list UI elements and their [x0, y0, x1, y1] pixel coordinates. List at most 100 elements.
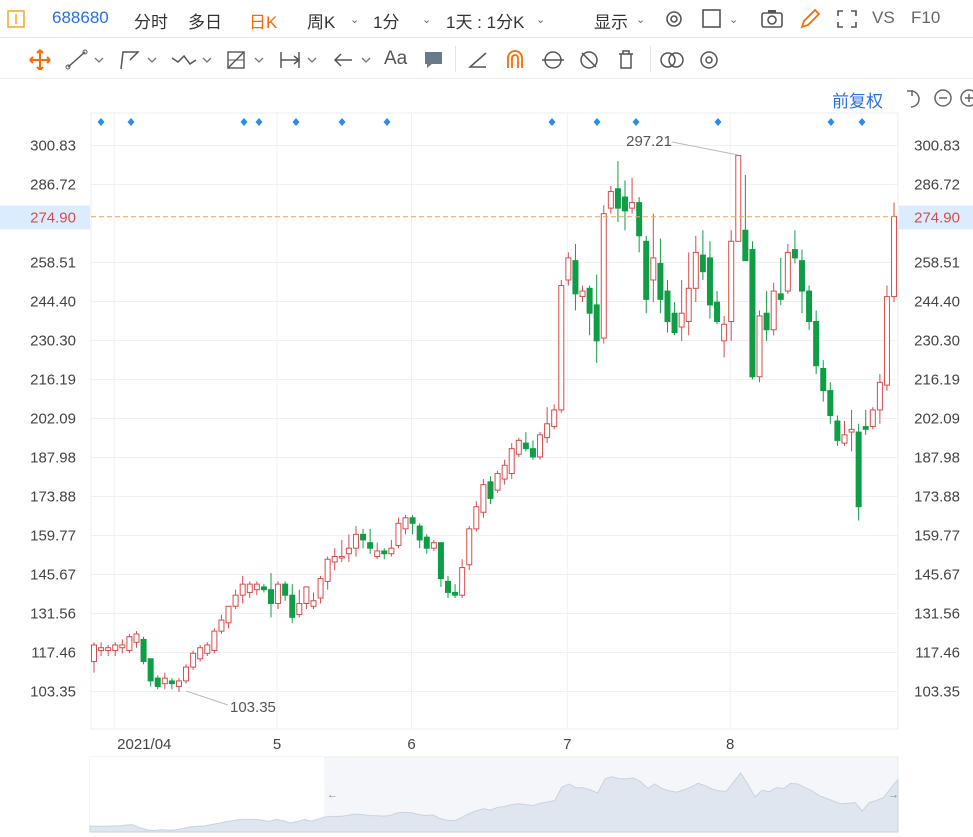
candle-down — [862, 426, 869, 430]
min-price-label: 103.35 — [230, 699, 276, 716]
y-tick-label-left: 274.90 — [30, 210, 76, 227]
candle-down — [452, 591, 459, 596]
candle-up — [296, 602, 303, 616]
x-tick-label: 7 — [563, 736, 571, 753]
x-tick-label: 2021/04 — [117, 736, 171, 753]
candle-up — [537, 434, 544, 458]
candle-down — [593, 304, 600, 342]
candle-up — [473, 506, 480, 530]
candle-down — [487, 481, 494, 499]
candle-up — [466, 528, 473, 566]
y-tick-label-left: 187.98 — [30, 450, 76, 467]
candle-up — [650, 257, 657, 281]
y-tick-label-left: 131.56 — [30, 606, 76, 623]
y-tick-label-left: 300.83 — [30, 138, 76, 155]
candle-up — [197, 647, 204, 660]
x-tick-label: 8 — [726, 736, 734, 753]
event-marker — [714, 118, 722, 126]
y-tick-label-left: 173.88 — [30, 489, 76, 506]
y-tick-label-left: 103.35 — [30, 684, 76, 701]
y-tick-label-left: 216.19 — [30, 372, 76, 389]
y-tick-label-right: 187.98 — [914, 450, 960, 467]
event-marker — [632, 118, 640, 126]
candle-down — [791, 249, 798, 259]
candle-down — [367, 542, 374, 549]
candle-down — [763, 312, 770, 331]
candle-down — [714, 301, 721, 322]
candle-down — [614, 188, 621, 209]
y-tick-label-left: 117.46 — [31, 645, 76, 662]
event-marker — [240, 118, 248, 126]
y-tick-label-left: 286.72 — [30, 177, 76, 194]
candle-down — [572, 260, 579, 295]
candle-down — [657, 262, 664, 300]
y-tick-label-right: 274.90 — [914, 210, 960, 227]
candle-up — [317, 578, 324, 599]
candle-up — [770, 290, 777, 331]
candle-up — [310, 600, 317, 607]
candle-up — [253, 583, 260, 591]
candle-up — [848, 428, 855, 433]
candle-up — [544, 423, 551, 439]
candle-down — [855, 431, 862, 508]
candle-up — [876, 381, 883, 411]
candle-up — [374, 550, 381, 557]
y-tick-label-left: 258.51 — [30, 255, 76, 272]
y-tick-label-left: 202.09 — [30, 411, 76, 428]
candle-up — [841, 434, 848, 444]
candle-up — [430, 542, 437, 549]
candle-up — [728, 240, 735, 322]
candle-up — [211, 630, 218, 651]
candle-up — [558, 285, 565, 411]
event-marker — [548, 118, 556, 126]
event-marker — [97, 118, 105, 126]
candle-up — [515, 439, 522, 455]
candle-up — [161, 677, 168, 685]
candle-up — [395, 522, 402, 546]
candle-up — [685, 287, 692, 322]
navigator-unselected — [90, 757, 324, 832]
candle-down — [154, 677, 161, 687]
candle-down — [749, 249, 756, 378]
candle-up — [480, 484, 487, 513]
x-tick-label: 6 — [407, 736, 415, 753]
candle-up — [678, 312, 685, 328]
event-marker — [338, 118, 346, 126]
candle-down — [806, 290, 813, 322]
candle-up — [133, 633, 140, 643]
candle-down — [140, 638, 147, 663]
candle-up — [869, 409, 876, 428]
y-tick-label-right: 300.83 — [914, 138, 960, 155]
y-tick-label-right: 173.88 — [914, 489, 960, 506]
candle-down — [381, 550, 388, 555]
candle-up — [175, 680, 182, 687]
max-price-leader — [671, 141, 739, 156]
event-marker — [593, 118, 601, 126]
candle-up — [303, 586, 310, 604]
candle-up — [352, 533, 359, 549]
candle-down — [777, 293, 784, 300]
max-price-label: 297.21 — [626, 133, 672, 150]
candle-up — [91, 644, 97, 663]
candle-up — [218, 619, 225, 632]
candle-down — [522, 442, 529, 450]
candle-down — [445, 580, 451, 593]
candle-down — [827, 390, 834, 416]
event-marker — [292, 118, 300, 126]
candle-down — [664, 290, 671, 322]
candle-up — [579, 290, 586, 298]
candle-up — [345, 547, 352, 555]
candle-up — [494, 473, 501, 491]
candle-down — [820, 367, 827, 392]
kline-chart[interactable]: 297.21 103.35 300.83 300.83 286.72 286.72 274… — [0, 0, 973, 837]
candle-up — [735, 155, 742, 242]
y-tick-label-left: 159.77 — [30, 528, 76, 545]
min-price-leader — [185, 690, 229, 706]
candle-up — [331, 555, 338, 563]
y-tick-label-right: 258.51 — [914, 255, 960, 272]
candle-up — [402, 517, 409, 530]
candle-down — [636, 202, 643, 237]
candle-down — [423, 536, 430, 549]
y-tick-label-right: 244.40 — [914, 294, 960, 311]
candle-down — [260, 586, 267, 591]
